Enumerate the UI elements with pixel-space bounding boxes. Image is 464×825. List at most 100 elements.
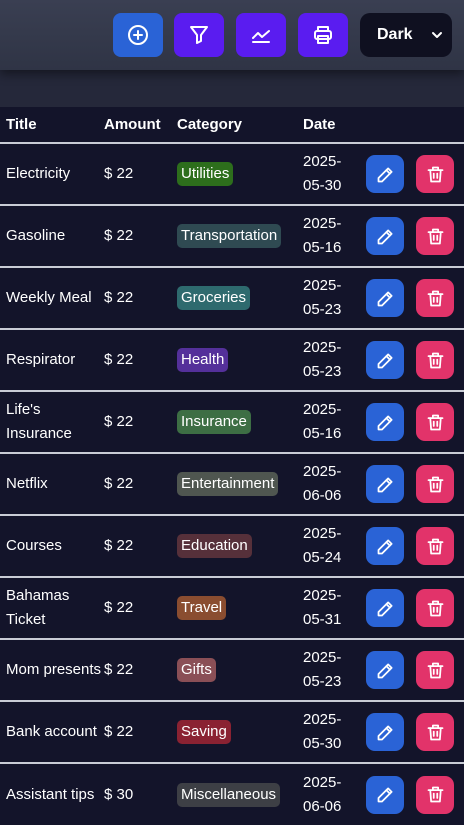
- header-amount: Amount: [104, 116, 161, 133]
- delete-button[interactable]: [416, 527, 454, 565]
- row-date-year: 2025-: [303, 711, 342, 728]
- theme-select[interactable]: Dark: [360, 13, 452, 57]
- edit-button[interactable]: [366, 775, 404, 814]
- plus-circle-icon: [128, 25, 148, 45]
- delete-button[interactable]: [416, 775, 454, 814]
- row-date-year: 2025-: [303, 277, 342, 294]
- row-title: Life's Insurance: [6, 401, 72, 442]
- theme-select-value: Dark: [377, 26, 413, 43]
- category-badge: Health: [177, 348, 229, 372]
- row-amount: $ 22: [104, 165, 134, 182]
- row-actions: [361, 453, 464, 515]
- add-expense-button[interactable]: [113, 13, 163, 57]
- row-actions: [361, 639, 464, 701]
- row-title: Bahamas Ticket: [6, 587, 70, 628]
- row-date-year: 2025-: [303, 463, 342, 480]
- delete-button[interactable]: [416, 341, 454, 379]
- delete-button[interactable]: [416, 651, 454, 689]
- header-title: Title: [6, 116, 37, 133]
- row-date: 2025- 05-23: [303, 639, 361, 701]
- edit-button[interactable]: [366, 279, 404, 317]
- row-date-year: 2025-: [303, 153, 342, 170]
- trash-icon: [427, 538, 443, 554]
- printer-icon: [314, 26, 332, 44]
- pencil-icon: [377, 663, 392, 678]
- row-title: Mom presents: [6, 661, 102, 678]
- row-amount: $ 30: [104, 785, 134, 803]
- delete-button[interactable]: [416, 589, 454, 627]
- table-row: Bank account $ 22 Saving 2025- 05-30: [0, 701, 464, 763]
- edit-button[interactable]: [366, 155, 404, 193]
- delete-button[interactable]: [416, 217, 454, 255]
- table-row: Life's Insurance $ 22 Insurance 2025- 05-16: [0, 391, 464, 453]
- row-title: Gasoline: [6, 227, 66, 244]
- delete-button[interactable]: [416, 713, 454, 751]
- trash-icon: [427, 352, 443, 368]
- header-actions: [361, 107, 464, 143]
- row-amount: $ 22: [104, 289, 134, 306]
- row-date: 2025- 05-24: [303, 515, 361, 577]
- row-actions: [361, 391, 464, 453]
- category-badge: Transportation: [177, 224, 282, 248]
- row-date: 2025- 05-31: [303, 577, 361, 639]
- trash-icon: [427, 166, 443, 182]
- category-badge: Travel: [177, 596, 227, 620]
- filter-icon: [190, 26, 208, 44]
- expense-table: Title Amount Category Date Electricity $ …: [0, 107, 464, 825]
- row-date-month-day: 05-23: [303, 673, 342, 690]
- row-category-cell: Entertainment: [177, 453, 303, 515]
- row-category-cell: Utilities: [177, 143, 303, 205]
- edit-button[interactable]: [366, 713, 404, 751]
- table-row: Netflix $ 22 Entertainment 2025- 06-06: [0, 453, 464, 515]
- row-date: 2025- 05-30: [303, 143, 361, 205]
- row-date: 2025- 05-23: [303, 329, 361, 391]
- row-title: Bank account: [6, 723, 97, 740]
- filter-button[interactable]: [174, 13, 224, 57]
- row-date-month-day: 05-30: [303, 177, 342, 194]
- pencil-icon: [377, 229, 392, 244]
- row-category-cell: Saving: [177, 701, 303, 763]
- table-row: Weekly Meal $ 22 Groceries 2025- 05-23: [0, 267, 464, 329]
- toolbar-spacer: [0, 70, 464, 107]
- category-badge: Insurance: [177, 410, 251, 434]
- delete-button[interactable]: [416, 279, 454, 317]
- table-row: Mom presents $ 22 Gifts 2025- 05-23: [0, 639, 464, 701]
- edit-button[interactable]: [366, 589, 404, 627]
- pencil-icon: [377, 477, 392, 492]
- row-category-cell: Groceries: [177, 267, 303, 329]
- table-row: Bahamas Ticket $ 22 Travel 2025- 05-31: [0, 577, 464, 639]
- category-badge: Gifts: [177, 658, 216, 682]
- delete-button[interactable]: [416, 465, 454, 503]
- row-category-cell: Miscellaneous: [177, 763, 303, 825]
- row-category-cell: Travel: [177, 577, 303, 639]
- row-date: 2025- 05-16: [303, 391, 361, 453]
- edit-button[interactable]: [366, 403, 404, 441]
- row-actions: [361, 577, 464, 639]
- row-actions: [361, 701, 464, 763]
- row-date-year: 2025-: [303, 649, 342, 666]
- row-category-cell: Health: [177, 329, 303, 391]
- row-date-month-day: 06-06: [303, 487, 342, 504]
- category-badge: Miscellaneous: [177, 782, 281, 807]
- edit-button[interactable]: [366, 527, 404, 565]
- edit-button[interactable]: [366, 217, 404, 255]
- row-actions: [361, 515, 464, 577]
- delete-button[interactable]: [416, 155, 454, 193]
- edit-button[interactable]: [366, 341, 404, 379]
- table-row: Courses $ 22 Education 2025- 05-24: [0, 515, 464, 577]
- row-date-month-day: 05-30: [303, 735, 342, 752]
- row-date-year: 2025-: [303, 525, 342, 542]
- row-actions: [361, 267, 464, 329]
- pencil-icon: [377, 725, 392, 740]
- delete-button[interactable]: [416, 403, 454, 441]
- chevron-down-icon: [432, 32, 442, 38]
- row-category-cell: Education: [177, 515, 303, 577]
- edit-button[interactable]: [366, 651, 404, 689]
- chart-button[interactable]: [236, 13, 286, 57]
- pencil-icon: [377, 415, 392, 430]
- print-button[interactable]: [298, 13, 348, 57]
- edit-button[interactable]: [366, 465, 404, 503]
- row-title: Respirator: [6, 351, 76, 368]
- row-date-month-day: 05-31: [303, 611, 342, 628]
- row-amount: $ 22: [104, 227, 134, 244]
